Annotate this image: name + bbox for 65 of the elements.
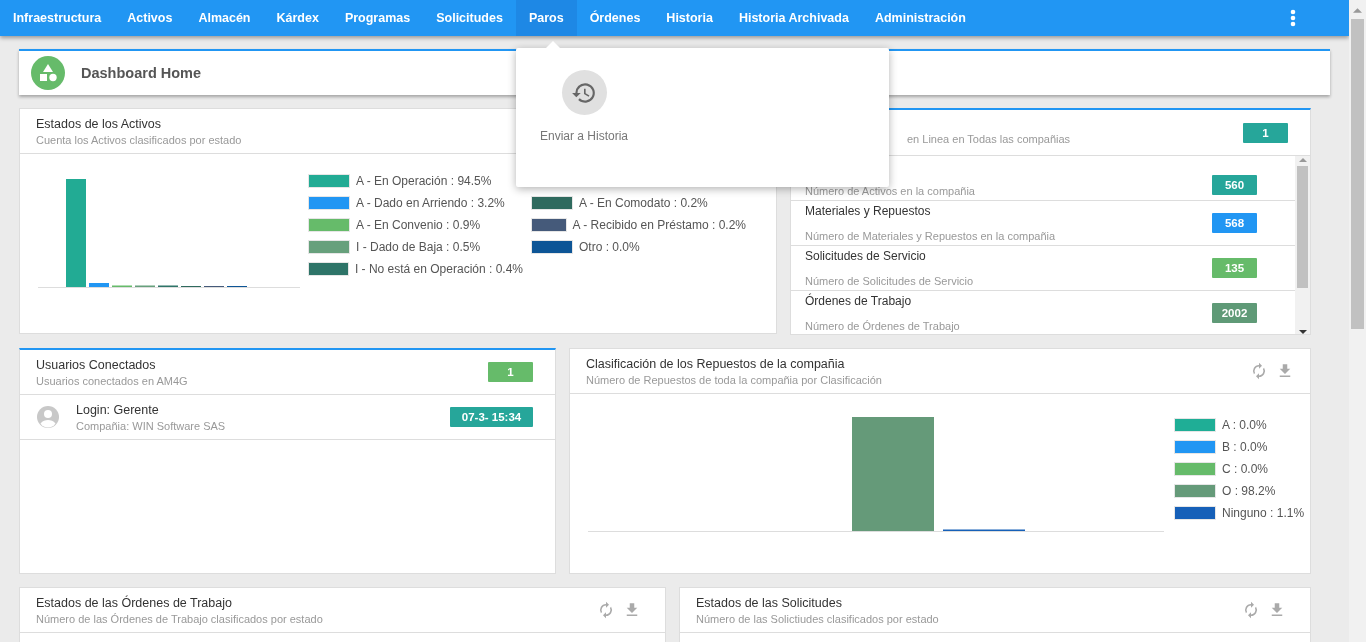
refresh-icon[interactable] — [1242, 601, 1260, 619]
nav-tab[interactable]: Infraestructura — [0, 0, 115, 36]
card-title: Estados de los Activos — [36, 116, 163, 131]
card-subtitle: Número de Repuestos de toda la compañia por Clasificación — [586, 373, 882, 386]
refresh-icon[interactable] — [1250, 362, 1268, 380]
card-subtitle: Usuarios conectados en AM4G — [36, 374, 188, 387]
legend-label: A : 0.0% — [1222, 418, 1267, 432]
shapes-icon — [31, 56, 65, 90]
legend-label: B : 0.0% — [1222, 440, 1268, 454]
scroll-up-icon[interactable] — [1353, 6, 1362, 15]
refresh-icon[interactable] — [597, 601, 615, 619]
stat-subtitle: Número de Activos en la compañia — [805, 185, 975, 197]
legend-label: A - En Operación : 94.5% — [356, 174, 492, 188]
card-title: Clasificación de los Repuestos de la compañia — [586, 356, 846, 371]
user-login: Login: Gerente — [76, 402, 160, 417]
nav-tab[interactable]: Historia — [653, 0, 726, 36]
count-badge: 135 — [1212, 258, 1257, 278]
user-avatar-icon — [36, 405, 60, 429]
nav-tab[interactable]: Historia Archivada — [725, 0, 862, 36]
card-title: Estados de las Solicitudes — [696, 595, 843, 610]
page-scrollbar[interactable] — [1351, 19, 1364, 329]
nav-tab[interactable]: Almacén — [185, 0, 264, 36]
scroll-up-icon[interactable] — [1298, 156, 1307, 164]
stat-subtitle: Número de Solicitudes de Servicio — [805, 275, 974, 287]
card-title: Estados de las Órdenes de Trabajo — [36, 595, 233, 610]
menu-item[interactable]: Enviar a Historia — [540, 70, 629, 143]
legend-label: Ninguno : 1.1% — [1222, 506, 1305, 520]
count-badge: 568 — [1212, 213, 1257, 233]
legend-label: A - Recibido en Préstamo : 0.2% — [572, 218, 746, 232]
scrollbar[interactable] — [1295, 156, 1310, 334]
count-badge: 1 — [488, 362, 533, 382]
user-company: Compañia: WIN Software SAS — [76, 419, 227, 432]
stat-title: Materiales y Repuestos — [805, 204, 932, 218]
card-subtitle: Número de las Solictiudes clasificados por estado — [696, 612, 939, 625]
chart-bar — [89, 283, 109, 287]
more-icon[interactable] — [1290, 9, 1296, 27]
legend-label: I - No está en Operación : 0.4% — [354, 262, 523, 276]
nav-tab[interactable]: Activos — [114, 0, 186, 36]
stat-subtitle: Número de Materiales y Repuestos en la compañia — [805, 230, 1056, 242]
nav-tab[interactable]: Administración — [861, 0, 979, 36]
legend-label: Otro : 0.0% — [579, 240, 640, 254]
count-badge: 1 — [1243, 122, 1288, 143]
legend-label: C : 0.0% — [1222, 462, 1269, 476]
time-badge: 07-3- 15:34 — [450, 407, 533, 427]
stat-subtitle: Número de Órdenes de Trabajo — [805, 320, 960, 332]
nav-tab[interactable]: Paros — [515, 0, 577, 36]
stat-title: Órdenes de Trabajo — [805, 294, 913, 308]
card-title: Usuarios Conectados — [36, 357, 157, 372]
legend-label: A - En Comodato : 0.2% — [579, 196, 708, 210]
scroll-down-icon[interactable] — [1298, 328, 1307, 334]
count-badge: 560 — [1212, 175, 1257, 195]
nav-tab[interactable]: Programas — [331, 0, 424, 36]
nav-tab[interactable]: Solicitudes — [423, 0, 516, 36]
card-subtitle: Número de las Órdenes de Trabajo clasificados por estado — [36, 612, 323, 625]
count-badge: 2002 — [1212, 303, 1257, 323]
legend-label: A - En Convenio : 0.9% — [356, 218, 481, 232]
legend-label: A - Dado en Arriendo : 3.2% — [356, 196, 505, 210]
page-title: Dashboard Home — [81, 65, 202, 81]
nav-tab[interactable]: Órdenes — [576, 0, 654, 36]
card-subtitle: en Linea en Todas las compañias — [907, 132, 1071, 145]
legend-label: I - Dado de Baja : 0.5% — [356, 240, 481, 254]
stat-title: Solicitudes de Servicio — [805, 249, 927, 263]
legend-label: O : 98.2% — [1222, 484, 1276, 498]
card-subtitle: Cuenta los Activos clasificados por estado — [36, 133, 242, 146]
nav-tab[interactable]: Kárdex — [263, 0, 332, 36]
